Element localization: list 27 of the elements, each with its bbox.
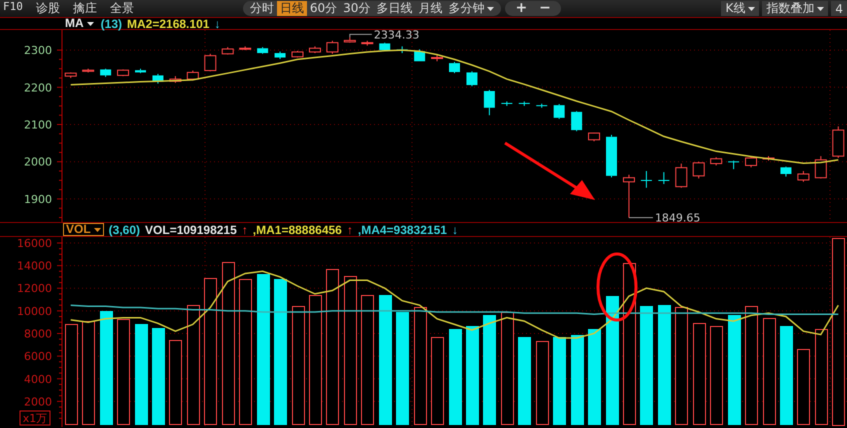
trend-arrow: ↑ <box>242 222 248 236</box>
indicator-value: MA2=2168.101 <box>127 16 210 30</box>
axis-label: 2000 <box>24 156 52 169</box>
axis-label: 10000 <box>17 304 52 318</box>
axis-label: 8000 <box>24 328 52 340</box>
trend-arrow: ↓ <box>452 222 458 236</box>
indicator-params: (3,60) <box>108 222 140 236</box>
axis-label: 1900 <box>24 192 52 206</box>
axis-label: 2000 <box>24 395 52 408</box>
trend-arrow: ↑ <box>346 222 353 236</box>
axis-label: 2300 <box>24 44 52 58</box>
axis-label: 2100 <box>24 118 52 132</box>
unit-label: x1万 <box>20 410 50 426</box>
indicator-value: ,MA4=93832151 <box>358 222 447 236</box>
axis-label: 16000 <box>17 237 52 250</box>
indicator-value: ,MA1=88886456 <box>252 222 342 236</box>
axis-label: 14000 <box>17 260 52 273</box>
price-label: 2334.33 <box>374 30 420 42</box>
axis-label: 6000 <box>24 350 52 364</box>
axis-label: 12000 <box>17 282 52 296</box>
indicator-value: VOL=109198215 <box>145 222 237 236</box>
price-label: 1849.65 <box>654 212 700 222</box>
axis-label: 2200 <box>24 81 52 94</box>
trend-arrow: ↓ <box>214 16 220 30</box>
indicator-params: (13) <box>100 16 122 30</box>
axis-label: 4000 <box>24 372 52 386</box>
y-axis-title: x1万 <box>22 412 48 425</box>
